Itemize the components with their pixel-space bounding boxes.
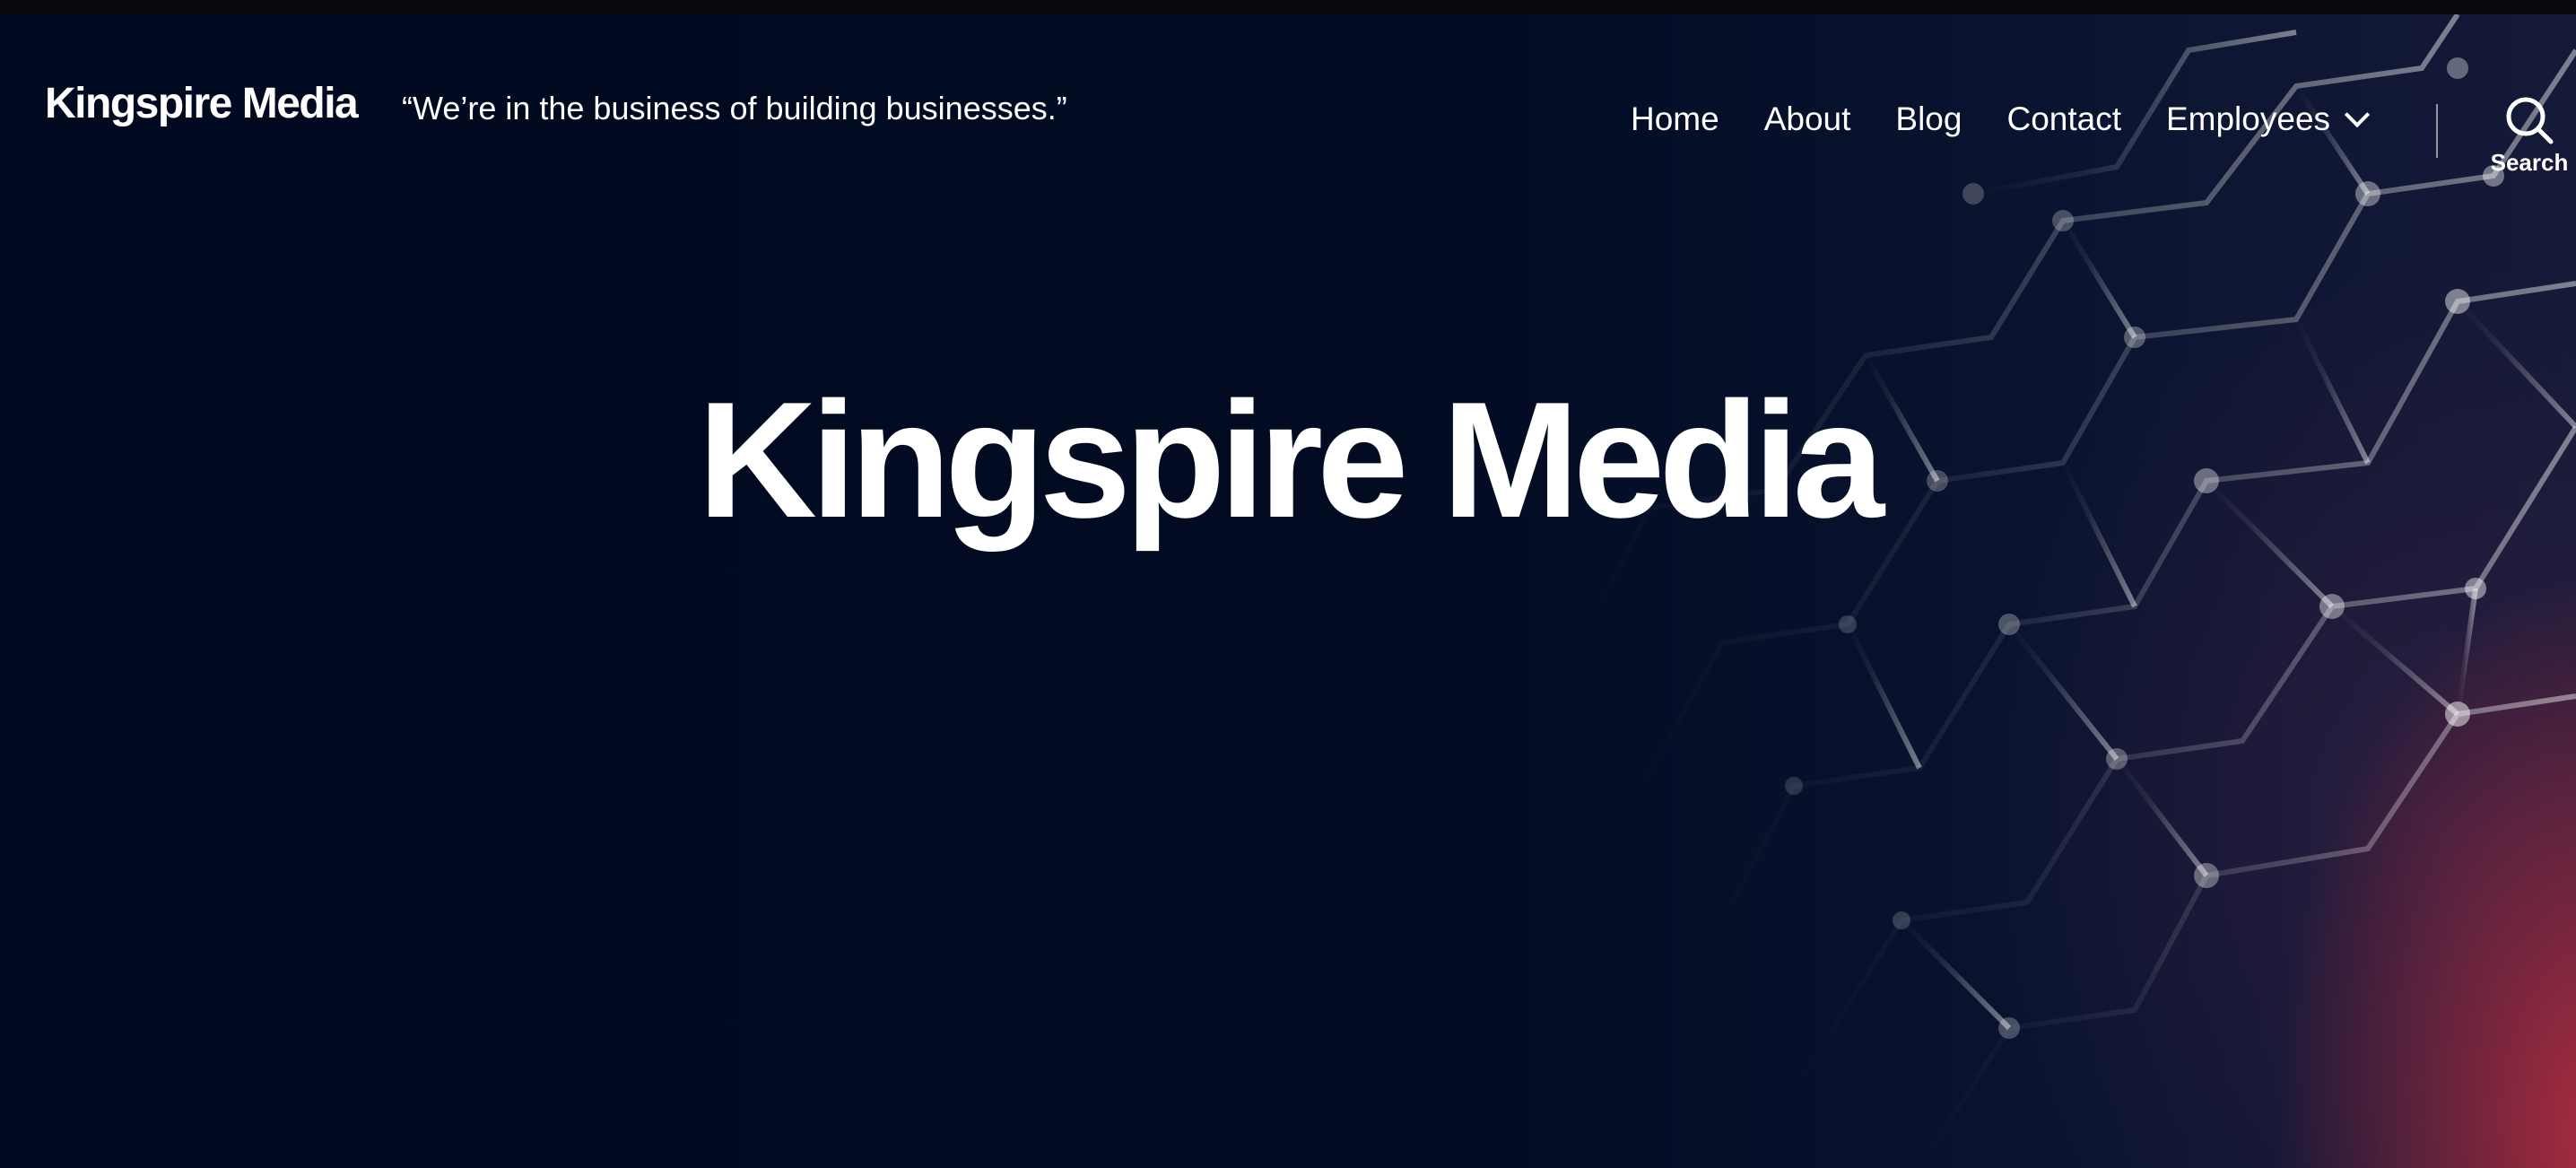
search-label: Search [2490,149,2569,176]
hero-title: Kingspire Media [697,367,1884,552]
nav-item-blog[interactable]: Blog [1895,100,1962,138]
chevron-down-icon[interactable] [2344,101,2371,128]
nav-divider [2436,104,2438,158]
search-toggle-button[interactable]: Search [2485,90,2574,179]
search-icon [2506,97,2554,144]
primary-navigation: Home About Blog Contact Employees [1631,97,2371,142]
site-header: Kingspire Media “We’re in the business o… [0,14,2576,194]
nav-item-about[interactable]: About [1764,100,1851,138]
nav-item-employees-label: Employees [2165,100,2331,137]
nav-item-employees[interactable]: Employees [2165,100,2371,138]
nav-item-contact[interactable]: Contact [2006,100,2121,138]
nav-item-home[interactable]: Home [1631,100,1719,138]
site-tagline: “We’re in the business of building busin… [402,90,1067,126]
top-strip [0,0,2576,14]
site-title-link[interactable]: Kingspire Media [45,79,359,128]
